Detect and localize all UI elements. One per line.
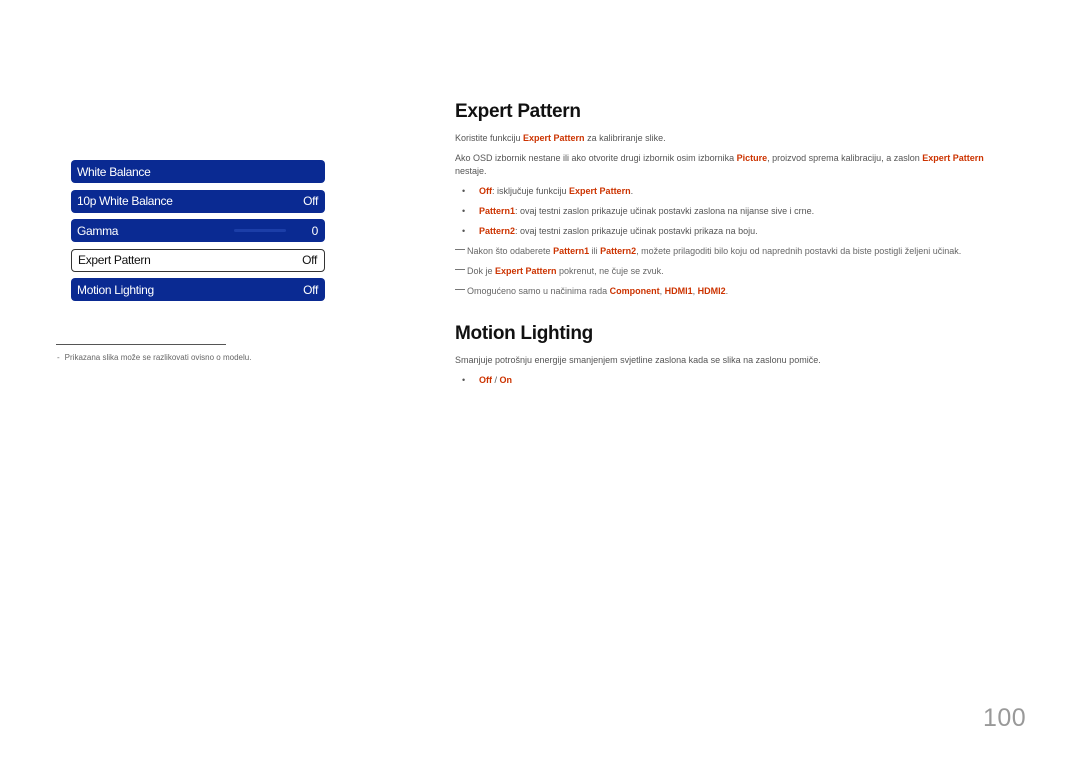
bullet-off: Off: isključuje funkciju Expert Pattern. — [455, 185, 1015, 198]
bullet-pattern2: Pattern2: ovaj testni zaslon prikazuje u… — [455, 225, 1015, 238]
menu-item-gamma[interactable]: Gamma 0 — [71, 219, 325, 242]
footnote-bullet: - — [57, 353, 60, 362]
option-off: Off — [479, 375, 492, 385]
text: : ovaj testni zaslon prikazuje učinak po… — [515, 206, 815, 216]
text: . — [725, 286, 729, 296]
bullet-pattern1: Pattern1: ovaj testni zaslon prikazuje u… — [455, 205, 1015, 218]
menu-item-expert-pattern[interactable]: Expert Pattern Off — [71, 248, 325, 272]
note-advanced-settings: Nakon što odaberete Pattern1 ili Pattern… — [455, 245, 1015, 258]
gamma-slider[interactable] — [233, 229, 286, 232]
footnote: - Prikazana slika može se razlikovati ovi… — [57, 353, 251, 362]
osd-menu: White Balance 10p White Balance Off Gamm… — [71, 160, 325, 308]
highlight-term: Expert Pattern — [922, 153, 984, 163]
menu-item-value: 0 — [311, 223, 319, 238]
page-number: 100 — [983, 704, 1027, 732]
motion-lighting-description: Smanjuje potrošnju energije smanjenjem s… — [455, 355, 821, 365]
footnote-text: Prikazana slika može se razlikovati ovis… — [64, 353, 252, 362]
text: za kalibriranje slike. — [584, 133, 666, 143]
text: . — [630, 186, 634, 196]
section-title-motion-lighting: Motion Lighting — [455, 323, 593, 344]
menu-item-label: Expert Pattern — [78, 253, 151, 267]
menu-item-value: Off — [302, 253, 317, 267]
highlight-term: Pattern2 — [600, 246, 637, 256]
note-modes: Omogućeno samo u načinima rada Component… — [455, 285, 1015, 298]
text: , možete prilagoditi bilo koju od napred… — [636, 246, 962, 256]
highlight-term: HDMI1 — [664, 286, 693, 296]
intro-paragraph: Koristite funkciju Expert Pattern za kal… — [455, 132, 1015, 145]
highlight-term: Expert Pattern — [495, 266, 557, 276]
text: , proizvod sprema kalibraciju, a zaslon — [767, 153, 923, 163]
text: Ako OSD izbornik nestane ili ako otvorit… — [455, 153, 737, 163]
option-on: On — [499, 375, 513, 385]
highlight-term: Component — [609, 286, 660, 296]
highlight-term: Pattern1 — [553, 246, 590, 256]
menu-item-white-balance[interactable]: White Balance — [71, 160, 325, 183]
text: / — [492, 375, 500, 385]
highlight-term: Expert Pattern — [523, 133, 585, 143]
menu-item-label: White Balance — [77, 164, 151, 179]
menu-item-motion-lighting[interactable]: Motion Lighting Off — [71, 278, 325, 301]
text: Omogućeno samo u načinima rada — [467, 286, 610, 296]
text: ili — [589, 246, 601, 256]
footnote-divider — [56, 344, 226, 345]
text: nestaje. — [455, 166, 487, 176]
section-title-expert-pattern: Expert Pattern — [455, 101, 581, 122]
highlight-term: HDMI2 — [697, 286, 726, 296]
menu-item-label: Motion Lighting — [77, 282, 154, 297]
menu-item-value: Off — [303, 282, 318, 297]
text: : isključuje funkciju — [492, 186, 570, 196]
bullet-options: Off / On — [455, 374, 1015, 387]
osd-paragraph: Ako OSD izbornik nestane ili ako otvorit… — [455, 152, 1015, 178]
text: : ovaj testni zaslon prikazuje učinak po… — [515, 226, 758, 236]
highlight-term: Expert Pattern — [569, 186, 631, 196]
text: Nakon što odaberete — [467, 246, 554, 256]
text: Koristite funkciju — [455, 133, 524, 143]
menu-item-label: Gamma — [77, 223, 119, 238]
menu-item-label: 10p White Balance — [77, 194, 173, 208]
highlight-term: Pattern1 — [479, 206, 516, 216]
note-no-sound: Dok je Expert Pattern pokrenut, ne čuje … — [455, 265, 1015, 278]
text: Dok je — [467, 266, 496, 276]
highlight-term: Pattern2 — [479, 226, 516, 236]
text: pokrenut, ne čuje se zvuk. — [556, 266, 664, 276]
menu-item-10p-white-balance[interactable]: 10p White Balance Off — [71, 189, 325, 213]
highlight-term: Off — [479, 186, 492, 196]
highlight-term: Picture — [736, 153, 768, 163]
menu-item-value: Off — [303, 194, 318, 208]
content: Expert Pattern Koristite funkciju Expert… — [455, 100, 1015, 387]
